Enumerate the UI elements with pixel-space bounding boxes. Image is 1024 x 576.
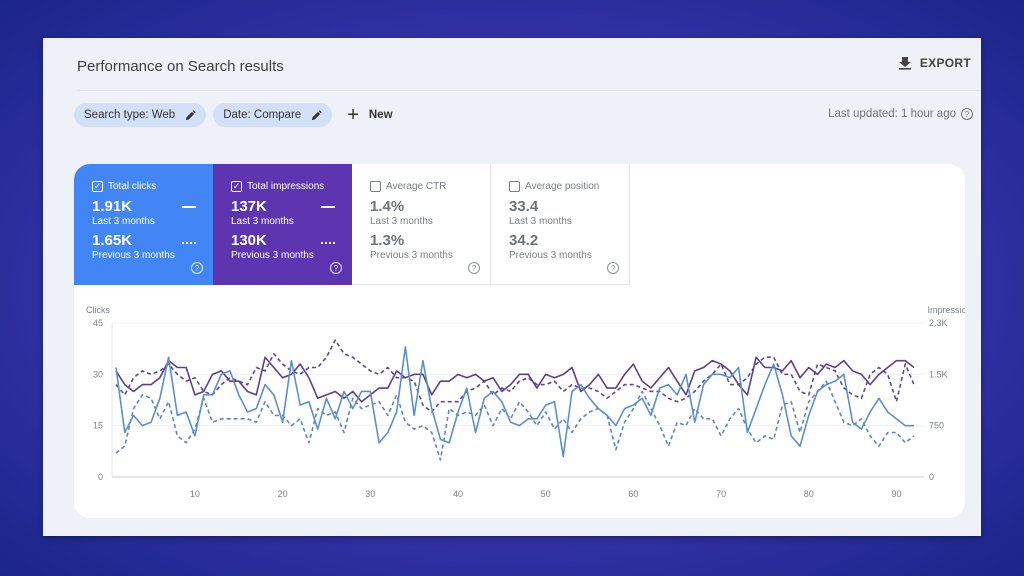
help-icon[interactable]: ?	[607, 262, 619, 274]
dashed-line-legend-icon	[182, 242, 196, 244]
metric-average-position[interactable]: Average position 33.4 Last 3 months 34.2…	[491, 164, 630, 285]
y-right-tick-label: 2.3K	[929, 318, 948, 328]
series-line-impressions-previous-3-months	[115, 339, 915, 413]
y-right-axis-title: Impressions	[927, 305, 965, 315]
new-filter-label: New	[368, 109, 393, 121]
help-icon[interactable]: ?	[961, 108, 973, 120]
plus-icon: +	[347, 104, 359, 126]
metric-current-value: 1.4%	[370, 198, 405, 215]
download-icon	[898, 57, 911, 70]
metric-previous-value: 1.65K	[92, 232, 133, 249]
x-tick-label: 50	[541, 489, 551, 499]
x-tick-label: 20	[278, 489, 288, 499]
y-left-tick-label: 45	[93, 318, 103, 328]
x-tick-label: 80	[804, 489, 814, 499]
pencil-icon	[312, 109, 323, 120]
metric-previous-value: 130K	[231, 232, 267, 249]
metric-label: Average position	[525, 181, 600, 192]
help-icon[interactable]: ?	[330, 262, 342, 274]
y-left-tick-label: 15	[93, 421, 103, 431]
metric-label: Average CTR	[386, 181, 447, 192]
dashed-line-legend-icon	[321, 242, 335, 244]
metric-previous-value: 1.3%	[370, 232, 405, 249]
checkbox-checked-icon[interactable]: ✓	[231, 181, 242, 192]
metric-previous-period: Previous 3 months	[92, 250, 175, 261]
help-icon[interactable]: ?	[468, 262, 480, 274]
header-divider	[77, 90, 981, 91]
metric-label: Total clicks	[108, 181, 157, 192]
y-right-tick-label: 0	[929, 472, 934, 482]
y-right-tick-label: 750	[929, 421, 944, 431]
export-label: EXPORT	[919, 56, 971, 70]
y-left-axis-title: Clicks	[86, 305, 110, 315]
metric-current-period: Last 3 months	[231, 216, 294, 227]
metric-previous-value: 34.2	[509, 232, 539, 249]
metric-current-period: Last 3 months	[370, 216, 433, 227]
checkbox-checked-icon[interactable]: ✓	[92, 181, 103, 192]
checkbox-unchecked-icon[interactable]	[509, 181, 520, 192]
series-line-clicks-last-3-months	[115, 346, 914, 458]
metric-tabs: ✓ Total clicks 1.91K Last 3 months 1.65K …	[74, 164, 965, 285]
metric-total-clicks[interactable]: ✓ Total clicks 1.91K Last 3 months 1.65K …	[74, 164, 213, 285]
metric-current-period: Last 3 months	[92, 216, 155, 227]
series-line-clicks-previous-3-months	[115, 380, 915, 461]
metric-current-value: 33.4	[509, 198, 539, 215]
filter-chip-date[interactable]: Date: Compare	[213, 103, 333, 127]
solid-line-legend-icon	[182, 206, 196, 208]
metric-total-impressions[interactable]: ✓ Total impressions 137K Last 3 months 13…	[213, 164, 352, 285]
chip-label: Search type: Web	[84, 109, 176, 121]
x-tick-label: 60	[628, 489, 638, 499]
page-title: Performance on Search results	[77, 58, 284, 75]
last-updated-text: Last updated: 1 hour ago	[828, 108, 956, 120]
x-tick-label: 30	[365, 489, 375, 499]
performance-card: ✓ Total clicks 1.91K Last 3 months 1.65K …	[74, 164, 965, 518]
y-right-tick-label: 1.5K	[929, 369, 948, 379]
y-left-tick-label: 30	[93, 369, 103, 379]
chip-label: Date: Compare	[223, 109, 302, 121]
metric-current-period: Last 3 months	[509, 216, 572, 227]
pencil-icon	[186, 109, 197, 120]
performance-chart: 0 15 30 45 0 750 1.5K 2.3K 10 20 30 40 50 60 70 80 90 Cli…	[74, 285, 965, 518]
x-tick-label: 40	[453, 489, 463, 499]
last-updated: Last updated: 1 hour ago ?	[828, 108, 973, 120]
y-left-tick-label: 0	[98, 472, 103, 482]
performance-panel: Performance on Search results EXPORT Sea…	[43, 38, 981, 536]
solid-line-legend-icon	[321, 206, 335, 208]
metric-previous-period: Previous 3 months	[231, 250, 314, 261]
x-tick-label: 90	[891, 489, 901, 499]
metric-previous-period: Previous 3 months	[370, 250, 453, 261]
checkbox-unchecked-icon[interactable]	[370, 181, 381, 192]
metric-previous-period: Previous 3 months	[509, 250, 592, 261]
line-chart: 0 15 30 45 0 750 1.5K 2.3K 10 20 30 40 50 60 70 80 90 Cli…	[86, 305, 965, 499]
x-tick-label: 10	[190, 489, 200, 499]
help-icon[interactable]: ?	[191, 262, 203, 274]
filter-chip-search-type[interactable]: Search type: Web	[74, 103, 207, 127]
x-tick-label: 70	[716, 489, 726, 499]
export-button[interactable]: EXPORT	[898, 56, 971, 70]
new-filter-button[interactable]: + New	[347, 105, 392, 125]
metric-label: Total impressions	[247, 181, 325, 192]
metric-average-ctr[interactable]: Average CTR 1.4% Last 3 months 1.3% Prev…	[352, 164, 491, 285]
filter-bar: Search type: Web Date: Compare + New	[74, 103, 393, 127]
